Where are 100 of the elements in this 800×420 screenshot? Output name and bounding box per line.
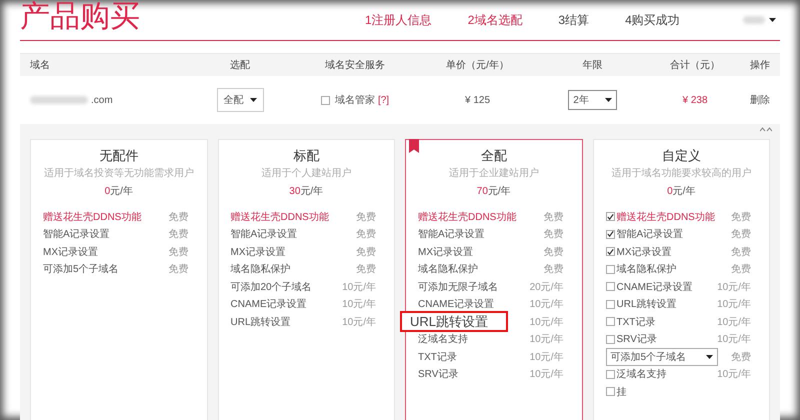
feature-price: 免费: [356, 210, 377, 224]
feature-price: 免费: [731, 262, 752, 276]
feature-name: 智能A记录设置: [616, 228, 684, 242]
checkbox[interactable]: [606, 282, 614, 292]
plan-price: 0元/年: [666, 185, 696, 199]
feature-price: 免费: [544, 210, 564, 224]
checkbox[interactable]: [606, 317, 614, 326]
feature-price: 免费: [168, 228, 190, 242]
caret-icon: [706, 354, 714, 359]
subdomain-select[interactable]: 可添加5个子域名: [606, 348, 718, 366]
checkbox[interactable]: [606, 247, 614, 256]
feature-price: 免费: [544, 246, 564, 259]
column-header: 年限: [582, 59, 604, 72]
page-title: 产品购买: [20, 0, 141, 35]
feature-name: MX记录设置: [616, 246, 672, 259]
progress-step: 2域名选配: [468, 12, 522, 28]
checkbox[interactable]: [606, 370, 614, 379]
feature-price: 免费: [731, 210, 752, 224]
feature-name: 智能A记录设置: [230, 228, 298, 242]
plan-title: 全配: [480, 147, 508, 165]
checkbox[interactable]: [606, 212, 614, 222]
feature-name: 可添加20个子域名: [230, 280, 312, 294]
feature-price: 10元/年: [717, 316, 752, 329]
feature-price: 免费: [731, 246, 752, 259]
feature-name: 赠送花生壳DDNS功能: [616, 210, 715, 224]
checkbox[interactable]: [606, 300, 614, 309]
feature-name: URL跳转设置: [616, 298, 677, 312]
feature-name: CNAME记录设置: [616, 280, 693, 294]
plan-description: 适用于企业建站用户: [448, 166, 540, 181]
feature-name: MX记录设置: [230, 246, 286, 259]
plan-card[interactable]: 无配件 适用于域名投资等无功能需求用户 0元/年 赠送花生壳DDNS功能 免费 智能A记录设置 免费 MX记录设置 免费 可添加5个子域名 免费: [30, 139, 208, 420]
caret-icon: [250, 98, 256, 102]
feature-price: 10元/年: [530, 368, 564, 382]
package-select[interactable]: 全配: [216, 88, 264, 112]
feature-price: 10元/年: [530, 350, 564, 364]
column-header: 域名安全服务: [324, 58, 386, 72]
feature-name: MX记录设置: [43, 246, 98, 259]
feature-price: 10元/年: [530, 333, 564, 346]
feature-name: TXT记录: [616, 316, 656, 329]
feature-name: 域名隐私保护: [230, 262, 290, 276]
feature-price: 免费: [356, 246, 377, 259]
feature-name: SRV记录: [616, 333, 657, 346]
feature-price: 免费: [731, 350, 752, 364]
feature-price: 免费: [544, 228, 564, 242]
highlight-callout: URL跳转设置: [400, 311, 508, 332]
feature-price: 10元/年: [530, 298, 564, 312]
plan-title: 无配件: [98, 147, 140, 165]
feature-name: 赠送花生壳DDNS功能: [230, 210, 329, 224]
feature-name: 泛域名支持: [616, 368, 666, 382]
column-header: 操作: [749, 59, 771, 72]
feature-price: 10元/年: [530, 316, 564, 329]
collapse-icon[interactable]: [760, 127, 772, 132]
redacted-domain: [30, 96, 88, 104]
feature-name: TXT记录: [418, 350, 457, 364]
feature-price: 10元/年: [342, 298, 377, 312]
plan-description: 适用于域名功能要求较高的用户: [610, 166, 752, 181]
feature-price: 免费: [356, 262, 377, 276]
feature-name: CNAME记录设置: [418, 298, 494, 312]
feature-name: 泛域名支持: [418, 332, 468, 346]
checkbox[interactable]: [606, 334, 614, 344]
feature-price: 10元/年: [717, 298, 752, 312]
domain-name: .com: [91, 94, 113, 106]
delete-link[interactable]: 删除: [740, 93, 780, 107]
checkbox[interactable]: [606, 264, 614, 274]
plan-card[interactable]: 自定义 适用于域名功能要求较高的用户 0元/年 赠送花生壳DDNS功能 免费 智能A记录设置 免费 MX记录设置 免费 域名隐私保护 免费 CNAME记录设置 10元/年 URL跳转设置 10元/年 TXT记录 10元/年 SRV记录 10元/年 可添加5个子域名 免费 泛域名支持 10元/年 挂: [592, 139, 770, 420]
feature-name: 赠送花生壳DDNS功能: [418, 210, 516, 224]
feature-price: 10元/年: [342, 280, 377, 294]
help-link[interactable]: [?]: [378, 94, 390, 106]
feature-price: 免费: [168, 262, 190, 276]
checkbox[interactable]: [606, 230, 614, 239]
feature-name: SRV记录: [418, 368, 458, 382]
feature-name: MX记录设置: [418, 246, 473, 259]
plan-card[interactable]: 标配 适用于个人建站用户 30元/年 赠送花生壳DDNS功能 免费 智能A记录设置 免费 MX记录设置 免费 域名隐私保护 免费 可添加20个子域名 10元/年 CNAME记录设置 10元/年 URL跳转设置 10元/年: [218, 139, 395, 420]
plan-title: 标配: [292, 147, 320, 165]
feature-price: 10元/年: [717, 333, 752, 346]
feature-price: 10元/年: [342, 316, 377, 329]
feature-name: 挂: [616, 386, 626, 399]
feature-price: 免费: [731, 228, 752, 242]
feature-name: 可添加5个子域名: [43, 262, 119, 276]
service-label: 域名管家: [334, 94, 375, 107]
user-menu[interactable]: [743, 16, 776, 24]
feature-name: 域名隐私保护: [616, 262, 676, 276]
feature-price: 免费: [356, 228, 377, 242]
feature-price: 免费: [168, 246, 190, 259]
progress-step: 4购买成功: [625, 12, 680, 28]
column-header: 选配: [229, 58, 251, 72]
checkbox[interactable]: [320, 96, 330, 104]
progress-step: 3结算: [558, 12, 590, 28]
feature-price: 10元/年: [717, 368, 752, 382]
checkbox[interactable]: [606, 387, 614, 396]
caret-icon: [769, 18, 776, 22]
plan-description: 适用于个人建站用户: [260, 166, 352, 181]
years-select[interactable]: 2年: [568, 90, 617, 110]
feature-price: 10元/年: [717, 280, 752, 294]
column-header: 单价（元/年）: [445, 58, 510, 72]
plan-description: 适用于域名投资等无功能需求用户: [43, 166, 194, 181]
plan-price: 70元/年: [476, 185, 512, 199]
feature-name: 智能A记录设置: [418, 228, 485, 242]
plan-price: 0元/年: [104, 185, 134, 199]
feature-price: 20元/年: [530, 280, 564, 294]
